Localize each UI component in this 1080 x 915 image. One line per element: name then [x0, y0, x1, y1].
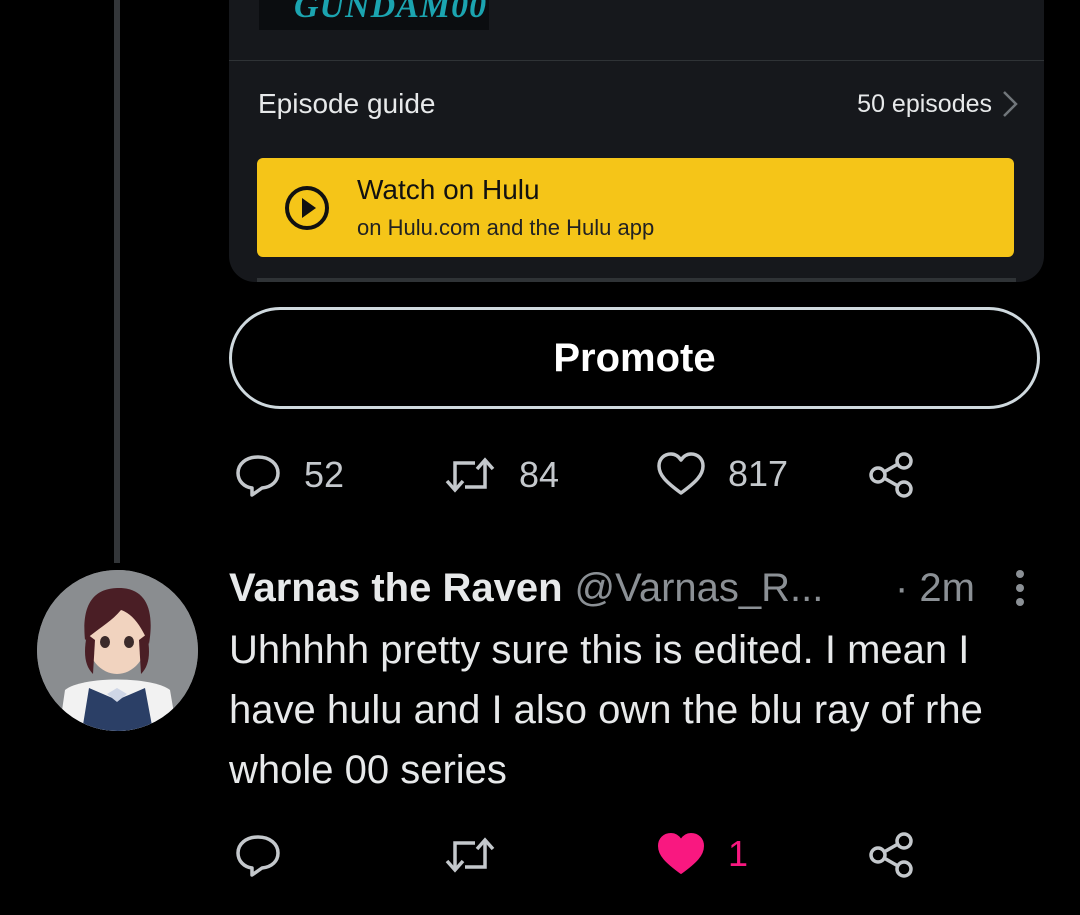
card-divider	[229, 60, 1044, 61]
retweet-action[interactable]: 84	[443, 451, 559, 499]
avatar-illustration	[37, 570, 198, 731]
watch-subtitle: on Hulu.com and the Hulu app	[357, 215, 655, 240]
reply-handle[interactable]: @Varnas_R...	[575, 566, 824, 610]
avatar[interactable]	[37, 570, 198, 731]
episode-count[interactable]: 50 episodes	[857, 90, 992, 119]
like-count: 817	[728, 453, 789, 494]
reply-like-action[interactable]: 1	[656, 831, 748, 877]
reply-icon	[236, 835, 280, 877]
like-icon	[657, 452, 705, 495]
reply-count: 52	[304, 454, 345, 495]
watch-title: Watch on Hulu	[357, 174, 540, 205]
reply-like-count: 1	[728, 833, 749, 874]
show-logo-text: GUNDAM00	[294, 0, 488, 25]
reply-text: Uhhhhh pretty sure this is edited. I mea…	[229, 628, 983, 792]
reply-display-name[interactable]: Varnas the Raven	[229, 566, 563, 610]
card-scroll-edge	[257, 278, 1016, 282]
reply-reply-action[interactable]	[234, 831, 282, 879]
share-icon	[869, 452, 913, 498]
tv-show-card[interactable]: GUNDAM00 Episode guide 50 episodes Watch…	[229, 0, 1044, 282]
share-icon	[869, 832, 913, 878]
reply-share-action[interactable]	[868, 831, 916, 879]
retweet-count: 84	[519, 454, 560, 495]
more-icon[interactable]	[1010, 568, 1030, 608]
play-circle-icon	[285, 186, 329, 230]
watch-on-hulu-button[interactable]: Watch on Hulu on Hulu.com and the Hulu a…	[257, 158, 1014, 257]
promote-button[interactable]: Promote	[229, 307, 1040, 409]
like-icon	[658, 833, 704, 874]
retweet-icon	[445, 837, 495, 873]
reply-timestamp[interactable]: · 2m	[895, 566, 975, 611]
show-logo-image: GUNDAM00	[259, 0, 489, 30]
retweet-icon	[445, 457, 495, 493]
like-action[interactable]: 817	[656, 451, 788, 497]
thread-connector-line	[114, 0, 120, 563]
share-action[interactable]	[868, 451, 916, 499]
episode-guide-label[interactable]: Episode guide	[258, 88, 435, 120]
reply-action[interactable]: 52	[234, 451, 344, 499]
reply-header: Varnas the Raven @Varnas_R...	[229, 566, 823, 611]
reply-retweet-action[interactable]	[443, 831, 497, 879]
chevron-right-icon[interactable]	[1001, 90, 1019, 118]
reply-icon	[236, 455, 280, 497]
